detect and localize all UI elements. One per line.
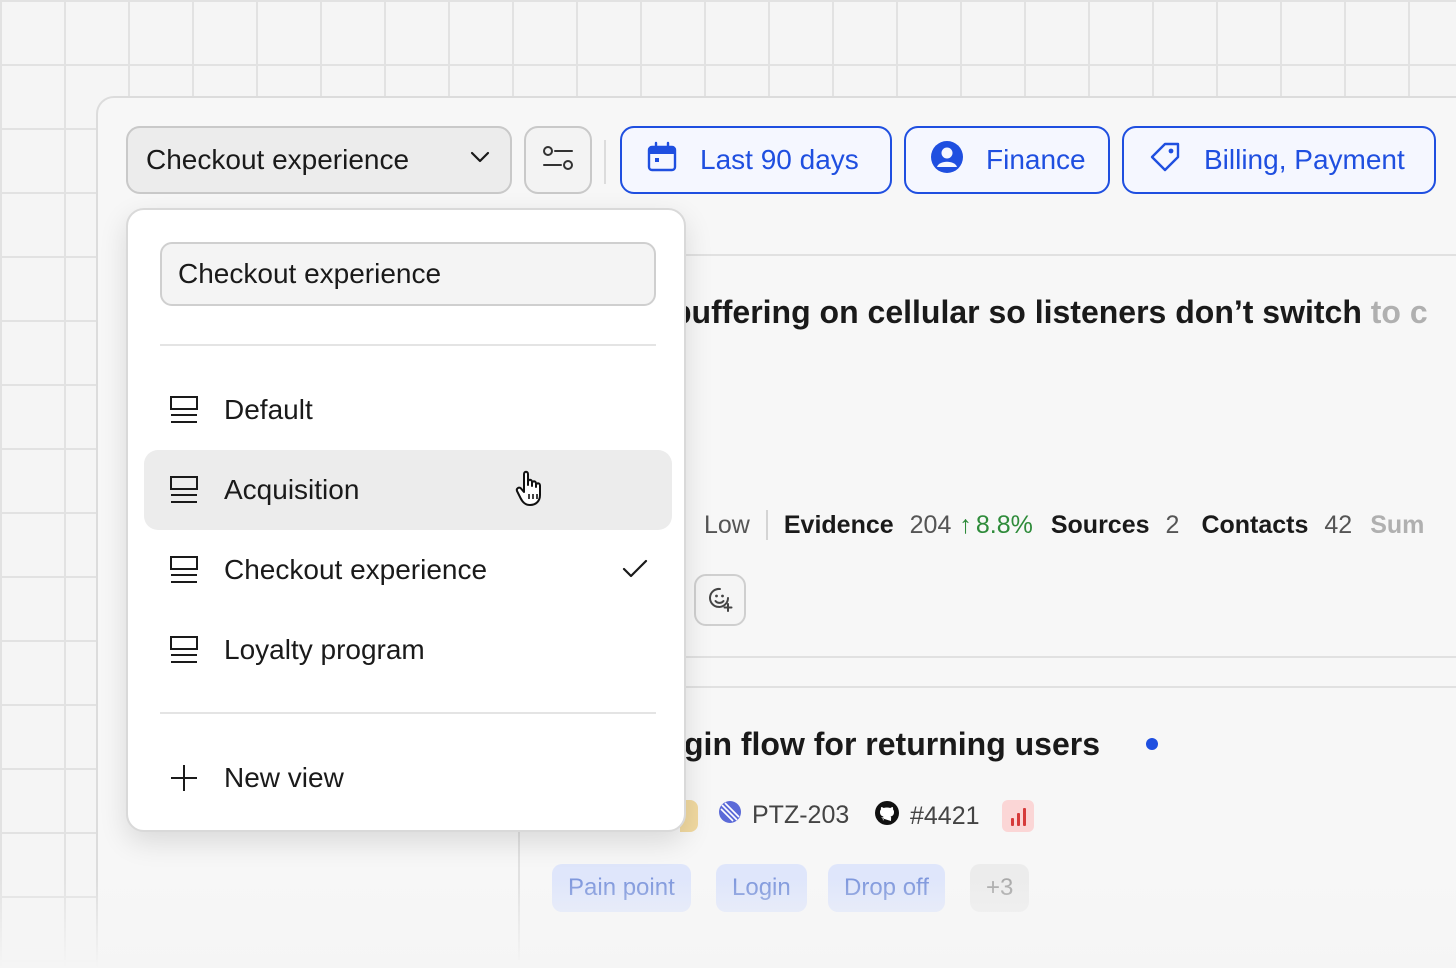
add-reaction-button[interactable] [694, 574, 746, 626]
menu-item-loyalty-program[interactable]: Loyalty program [144, 610, 672, 690]
tags-filter-label: Billing, Payment [1204, 144, 1405, 175]
contacts-label: Contacts [1201, 510, 1309, 539]
view-name-input[interactable] [160, 242, 656, 306]
menu-item-acquisition[interactable]: Acquisition [144, 450, 672, 530]
summary-label: Sum [1370, 510, 1425, 539]
row-title[interactable]: gin flow for returning users [684, 726, 1100, 763]
add-reaction-icon [706, 584, 734, 617]
signal-strength-icon [1002, 800, 1034, 832]
plus-icon [168, 762, 200, 794]
view-dropdown-menu: Default Acquisition Checkout experience … [126, 208, 686, 832]
view-select[interactable]: Checkout experience [126, 126, 512, 194]
linear-ref[interactable]: PTZ-203 [718, 800, 849, 831]
row-title-faded: to c [1370, 294, 1428, 330]
row-title-text: gin flow for returning users [684, 726, 1101, 762]
menu-item-label: Loyalty program [224, 634, 425, 665]
row-title-text: buffering on cellular so listeners don’t… [672, 294, 1362, 330]
team-filter-chip[interactable]: Finance [904, 126, 1110, 194]
view-layout-icon [168, 554, 200, 586]
team-filter-label: Finance [986, 144, 1086, 175]
more-tags-pill[interactable]: +3 [970, 864, 1030, 912]
view-layout-icon [168, 394, 200, 426]
menu-divider [160, 344, 656, 346]
view-select-label: Checkout experience [146, 144, 410, 175]
date-filter-chip[interactable]: Last 90 days [620, 126, 892, 194]
view-layout-icon [168, 474, 200, 506]
user-circle-icon [930, 140, 964, 181]
tag-icon [1148, 140, 1182, 181]
calendar-icon [646, 141, 678, 180]
menu-item-default[interactable]: Default [144, 370, 672, 450]
contacts-value: 42 [1324, 510, 1353, 539]
new-view-button[interactable]: New view [144, 738, 672, 818]
menu-divider [160, 712, 656, 714]
tag-pill[interactable]: Login [716, 864, 807, 912]
new-view-label: New view [224, 762, 344, 793]
evidence-label: Evidence [783, 510, 894, 539]
arrow-up-icon: ↑ [959, 510, 972, 539]
evidence-value: 204 [909, 510, 952, 539]
hand-pointer-icon [514, 468, 550, 513]
row-divider [686, 254, 1456, 256]
github-icon [874, 800, 900, 833]
sources-label: Sources [1050, 510, 1150, 539]
menu-item-checkout-experience[interactable]: Checkout experience [144, 530, 672, 610]
unread-dot [1146, 738, 1158, 750]
priority-value: Low [704, 510, 750, 539]
tag-pill[interactable]: Drop off [828, 864, 945, 912]
row-meta: Low Evidence 204 ↑ 8.8% Sources 2 Contac… [704, 510, 1424, 540]
toolbar-divider [604, 140, 606, 184]
linear-ref-label: PTZ-203 [752, 801, 850, 829]
checkmark-icon [622, 554, 648, 586]
evidence-change: 8.8% [975, 510, 1033, 539]
sliders-icon [541, 143, 575, 178]
sources-value: 2 [1165, 510, 1180, 539]
row-divider [686, 686, 1456, 688]
github-ref[interactable]: #4421 [874, 800, 980, 833]
github-ref-label: #4421 [910, 802, 980, 830]
menu-item-label: Acquisition [224, 474, 360, 505]
date-filter-label: Last 90 days [700, 144, 859, 175]
menu-item-label: Checkout experience [224, 554, 488, 585]
display-options-button[interactable] [524, 126, 592, 194]
linear-icon [718, 800, 742, 831]
tags-filter-chip[interactable]: Billing, Payment [1122, 126, 1436, 194]
menu-item-label: Default [224, 394, 313, 425]
row-divider [686, 656, 1456, 658]
view-layout-icon [168, 634, 200, 666]
chevron-down-icon [468, 144, 492, 176]
row-title[interactable]: buffering on cellular so listeners don’t… [672, 294, 1428, 331]
tag-pill[interactable]: Pain point [552, 864, 691, 912]
